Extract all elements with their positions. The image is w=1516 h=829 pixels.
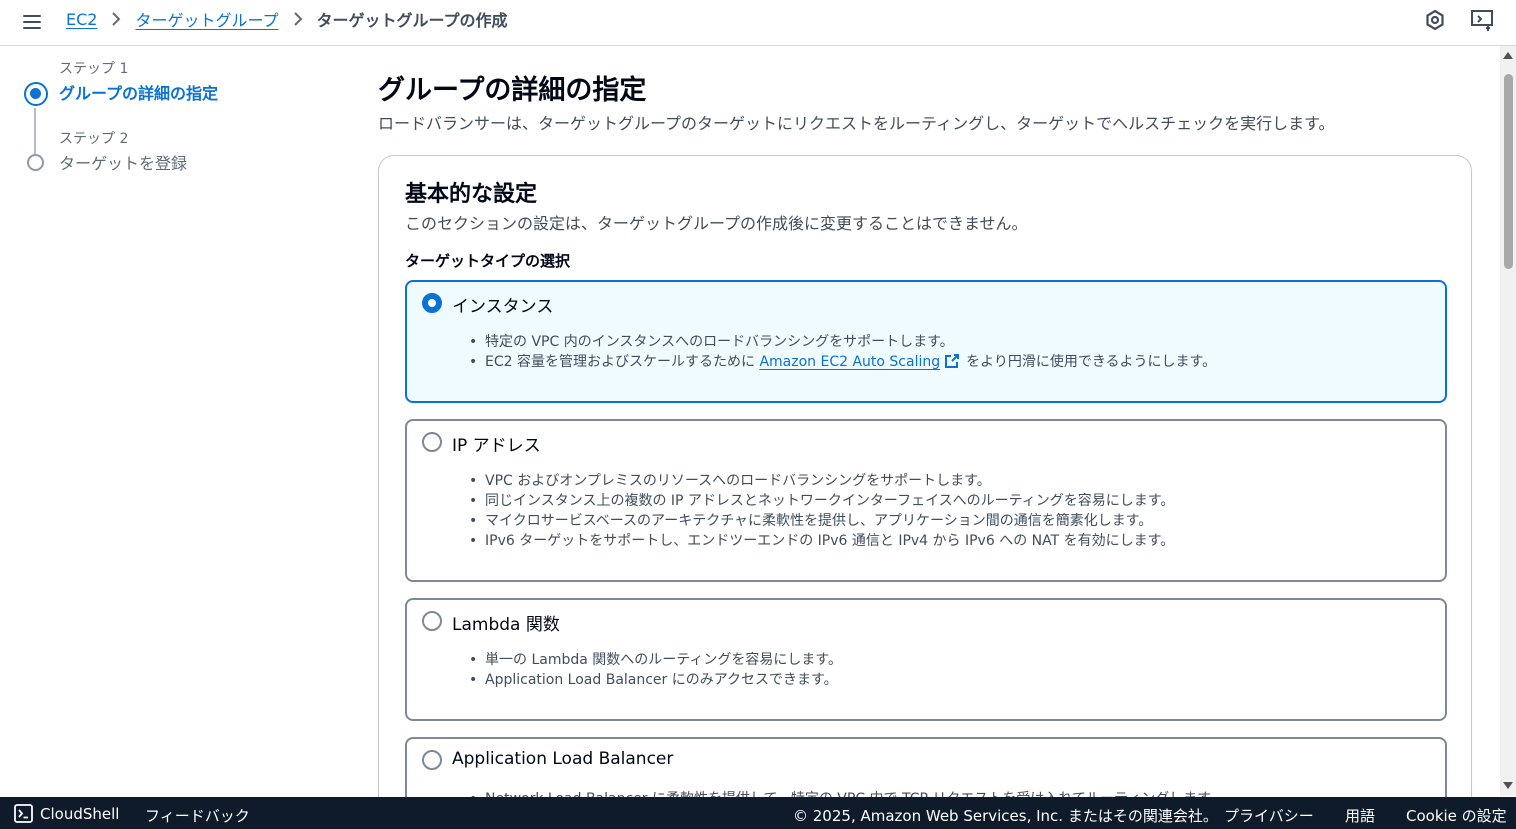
bullet-text: をより円滑に使用できるようにします。 (966, 354, 1217, 370)
target-type-lambda-tile[interactable]: Lambda 関数 単一の Lambda 関数へのルーティングを容易にします。 … (405, 598, 1447, 721)
list-item: 単一の Lambda 関数へのルーティングを容易にします。 (469, 650, 842, 670)
section-description: このセクションの設定は、ターゲットグループの作成後に変更することはできません。 (405, 214, 1028, 233)
external-link-icon[interactable] (944, 353, 960, 375)
section-title: 基本的な設定 (405, 182, 538, 207)
footer-bar: CloudShell フィードバック © 2025, Amazon Web Se… (0, 797, 1516, 829)
split-panel-icon[interactable] (1470, 8, 1494, 32)
tile-bullet-list: VPC およびオンプレミスのリソースへのロードバランシングをサポートします。 同… (469, 471, 1174, 551)
step-connector (34, 108, 36, 154)
radio-button[interactable] (422, 611, 442, 631)
radio-button[interactable] (422, 432, 442, 452)
terms-link[interactable]: 用語 (1345, 805, 1375, 826)
page-scrollbar[interactable] (1500, 46, 1516, 796)
step-1-indicator-icon (24, 82, 48, 106)
step-1-title[interactable]: グループの詳細の指定 (59, 80, 218, 104)
breadcrumb-current: ターゲットグループの作成 (316, 11, 508, 30)
breadcrumb: EC2 ターゲットグループ ターゲットグループの作成 (66, 7, 508, 31)
hamburger-menu-icon[interactable] (22, 11, 42, 31)
chevron-right-icon (293, 11, 303, 27)
step-1-label: ステップ 1 (59, 61, 129, 77)
list-item: IPv6 ターゲットをサポートし、エンドツーエンドの IPv6 通信と IPv4… (469, 531, 1174, 551)
cookie-settings-link[interactable]: Cookie の設定 (1406, 805, 1507, 826)
scrollbar-thumb[interactable] (1504, 74, 1513, 269)
step-2-indicator-icon (27, 154, 44, 171)
tile-bullet-list: 単一の Lambda 関数へのルーティングを容易にします。 Applicatio… (469, 650, 842, 690)
breadcrumb-target-groups[interactable]: ターゲットグループ (135, 7, 278, 31)
list-item: 特定の VPC 内のインスタンスへのロードバランシングをサポートします。 (469, 332, 1216, 352)
copyright-text: © 2025, Amazon Web Services, Inc. またはその関… (793, 807, 1218, 825)
chevron-right-icon (111, 11, 121, 27)
cloudshell-icon[interactable] (14, 804, 33, 827)
bullet-text: EC2 容量を管理およびスケールするために (485, 354, 760, 370)
tile-title: IP アドレス (452, 436, 541, 456)
list-item: Application Load Balancer にのみアクセスできます。 (469, 670, 842, 690)
tile-title: インスタンス (452, 297, 554, 317)
target-type-ip-tile[interactable]: IP アドレス VPC およびオンプレミスのリソースへのロードバランシングをサポ… (405, 419, 1447, 582)
page-title: グループの詳細の指定 (378, 75, 647, 106)
cloudshell-button[interactable]: CloudShell (40, 805, 119, 823)
radio-button-checked[interactable] (422, 293, 442, 313)
scroll-up-arrow-icon[interactable] (1503, 52, 1513, 59)
tile-title: Lambda 関数 (452, 615, 560, 635)
settings-hexagon-icon[interactable] (1423, 8, 1447, 32)
top-navigation: EC2 ターゲットグループ ターゲットグループの作成 (0, 0, 1516, 46)
list-item: EC2 容量を管理およびスケールするために Amazon EC2 Auto Sc… (469, 352, 1217, 375)
tile-bullet-list: 特定の VPC 内のインスタンスへのロードバランシングをサポートします。 EC2… (469, 332, 1217, 375)
target-type-instances-tile[interactable]: インスタンス 特定の VPC 内のインスタンスへのロードバランシングをサポートし… (405, 280, 1447, 403)
privacy-link[interactable]: プライバシー (1224, 805, 1314, 826)
step-2-title: ターゲットを登録 (59, 154, 188, 173)
step-2-label: ステップ 2 (59, 131, 129, 147)
target-type-label: ターゲットタイプの選択 (405, 252, 571, 270)
basic-settings-container: 基本的な設定 このセクションの設定は、ターゲットグループの作成後に変更することは… (378, 155, 1472, 829)
list-item: VPC およびオンプレミスのリソースへのロードバランシングをサポートします。 (469, 471, 1174, 491)
ec2-auto-scaling-link[interactable]: Amazon EC2 Auto Scaling (759, 354, 940, 370)
list-item: 同じインスタンス上の複数の IP アドレスとネットワークインターフェイスへのルー… (469, 491, 1174, 511)
scroll-down-arrow-icon[interactable] (1503, 782, 1513, 789)
feedback-button[interactable]: フィードバック (145, 805, 250, 826)
breadcrumb-ec2[interactable]: EC2 (66, 10, 97, 29)
page-description: ロードバランサーは、ターゲットグループのターゲットにリクエストをルーティングし、… (378, 114, 1335, 133)
radio-button[interactable] (422, 750, 442, 770)
list-item: マイクロサービスベースのアーキテクチャに柔軟性を提供し、アプリケーション間の通信… (469, 511, 1174, 531)
tile-title: Application Load Balancer (452, 749, 674, 769)
